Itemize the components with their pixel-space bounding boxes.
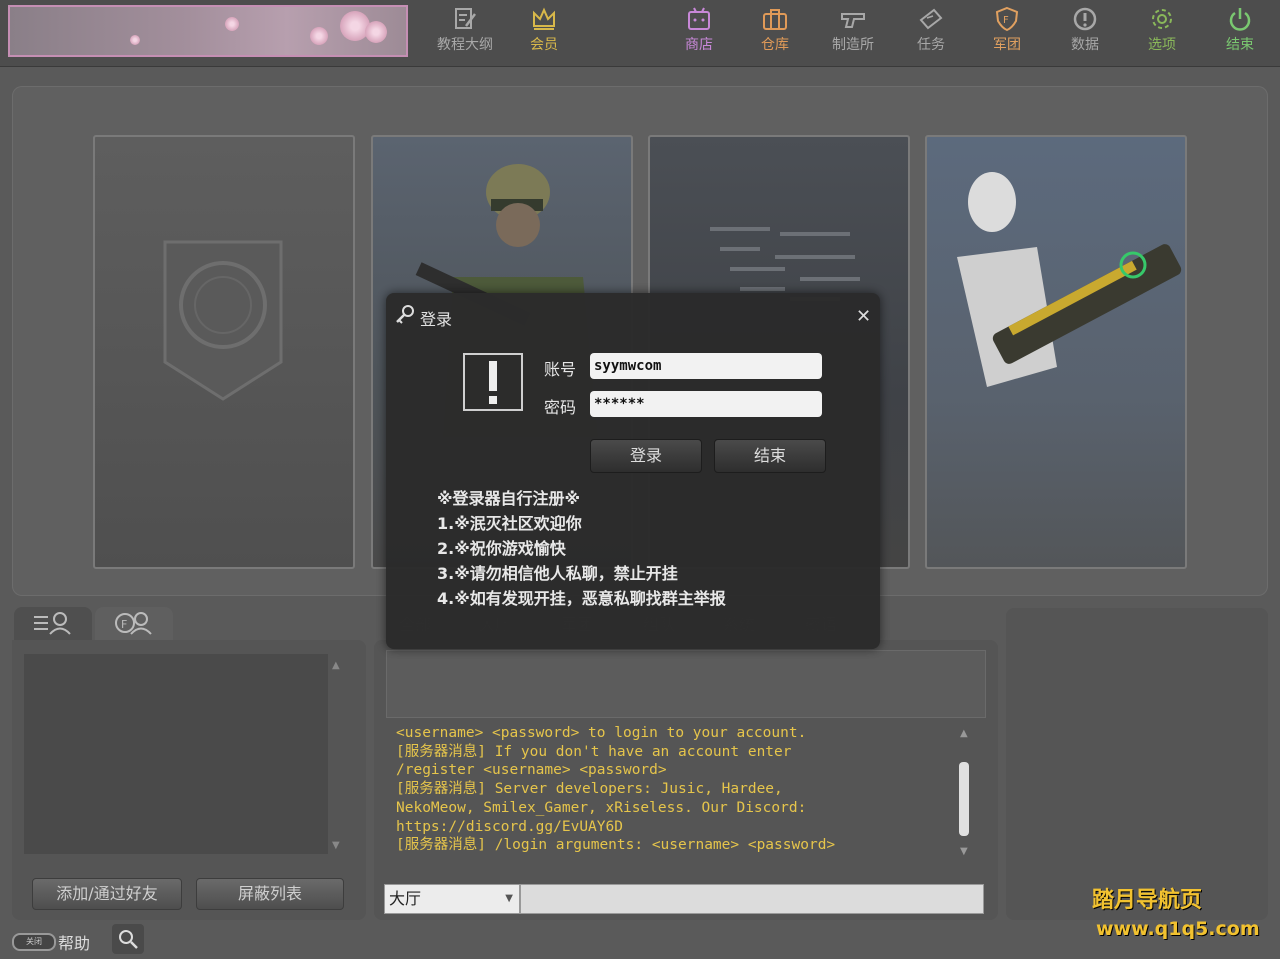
svg-text:F: F — [121, 618, 127, 631]
notice-line: ※登录器自行注册※ — [437, 489, 581, 508]
gun-icon — [840, 6, 866, 32]
chat-channel-value: 大厅 — [389, 889, 422, 908]
close-icon[interactable]: ✕ — [856, 306, 871, 327]
chat-display-area — [386, 650, 986, 718]
info-panel — [1006, 608, 1268, 920]
notice-line: 3.※请勿相信他人私聊，禁止开挂 — [437, 564, 678, 583]
ticket-icon — [918, 6, 944, 32]
chat-channel-select[interactable]: 大厅 ▼ — [384, 884, 520, 914]
nav-options[interactable]: 选项 — [1125, 6, 1199, 60]
gear-icon — [1149, 6, 1175, 32]
info-circle-icon — [1072, 6, 1098, 32]
chat-line: /register <username> <password> — [396, 762, 667, 779]
notice-line: 1.※泯灭社区欢迎你 — [437, 514, 582, 533]
chat-scroll-up-icon[interactable]: ▲ — [960, 728, 968, 739]
banner-image — [8, 5, 408, 57]
chat-line: [服务器消息] If you don't have an account ent… — [396, 743, 792, 760]
nav-label: 教程大纲 — [437, 37, 493, 53]
help-label[interactable]: 帮助 — [58, 930, 90, 954]
warning-icon — [463, 353, 523, 411]
chat-input[interactable] — [520, 884, 984, 914]
nav-label: 选项 — [1148, 37, 1176, 53]
exit-button[interactable]: 结束 — [714, 439, 826, 473]
block-list-button[interactable]: 屏蔽列表 — [196, 878, 344, 910]
nav-label: 仓库 — [761, 37, 789, 53]
clan-emblem-icon — [163, 240, 283, 401]
password-input[interactable]: ****** — [590, 391, 822, 417]
chat-scrollbar-thumb[interactable] — [959, 762, 969, 836]
search-button[interactable] — [112, 924, 144, 954]
nav-label: 数据 — [1071, 37, 1099, 53]
notepad-pen-icon — [452, 6, 478, 32]
nav-data[interactable]: 数据 — [1048, 6, 1122, 60]
chat-line: <username> <password> to login to your a… — [396, 725, 807, 741]
chat-line: https://discord.gg/EvUAY6D — [396, 818, 623, 835]
scroll-down-icon[interactable]: ▼ — [332, 840, 340, 851]
robot-gunner-image — [957, 172, 1182, 387]
watermark-url: www.q1q5.com — [1096, 918, 1260, 940]
nav-exit[interactable]: 结束 — [1203, 6, 1277, 60]
nav-label: 会员 — [530, 37, 558, 53]
chat-log: <username> <password> to login to your a… — [396, 724, 956, 860]
chevron-down-icon: ▼ — [505, 893, 513, 904]
mode-card-robot[interactable] — [925, 135, 1187, 569]
list-user-icon — [34, 612, 71, 635]
account-label: 账号 — [544, 360, 577, 379]
tab-friend-list[interactable] — [14, 607, 92, 641]
chat-line: [服务器消息] /login arguments: <username> <pa… — [396, 837, 836, 854]
nav-storage[interactable]: 仓库 — [738, 6, 812, 60]
svg-text:F: F — [1003, 15, 1009, 26]
notice-line: 2.※祝你游戏愉快 — [437, 539, 566, 558]
nav-clan[interactable]: F 军团 — [970, 6, 1044, 60]
password-label: 密码 — [544, 398, 577, 417]
nav-shop[interactable]: 商店 — [662, 6, 736, 60]
shop-icon — [686, 6, 712, 32]
account-input[interactable]: syymwcom — [590, 353, 822, 379]
notice-line: 4.※如有发现开挂，恶意私聊找群主举报 — [437, 589, 726, 608]
nav-label: 结束 — [1226, 37, 1254, 53]
nav-label: 军团 — [993, 37, 1021, 53]
nav-tutorial[interactable]: 教程大纲 — [428, 6, 502, 60]
crown-icon — [531, 6, 557, 32]
mode-card-clan[interactable] — [93, 135, 355, 569]
chat-line: NekoMeow, Smilex_Gamer, xRiseless. Our D… — [396, 799, 807, 816]
briefcase-icon — [762, 6, 788, 32]
chat-line: [服务器消息] Server developers: Jusic, Hardee… — [396, 781, 783, 798]
shield-f-icon: F — [994, 6, 1020, 32]
nav-workshop[interactable]: 制造所 — [816, 6, 890, 60]
search-icon — [119, 930, 138, 949]
watermark-title: 踏月导航页 — [1092, 888, 1203, 913]
dialog-title: 登录 — [420, 310, 453, 329]
nav-vip[interactable]: 会员 — [507, 6, 581, 60]
friend-list[interactable] — [24, 654, 328, 854]
add-friend-button[interactable]: 添加/通过好友 — [32, 878, 182, 910]
clan-user-icon: F — [115, 612, 152, 635]
nav-label: 商店 — [685, 37, 713, 53]
login-button[interactable]: 登录 — [590, 439, 702, 473]
tab-clan-friends[interactable]: F — [95, 607, 173, 641]
power-icon — [1227, 6, 1253, 32]
help-toggle[interactable]: 关闭 — [12, 933, 56, 951]
nav-label: 任务 — [917, 37, 945, 53]
nav-mission[interactable]: 任务 — [894, 6, 968, 60]
nav-label: 制造所 — [832, 37, 874, 53]
key-icon — [394, 304, 416, 330]
chat-scroll-down-icon[interactable]: ▼ — [960, 846, 968, 857]
scroll-up-icon[interactable]: ▲ — [332, 660, 340, 671]
